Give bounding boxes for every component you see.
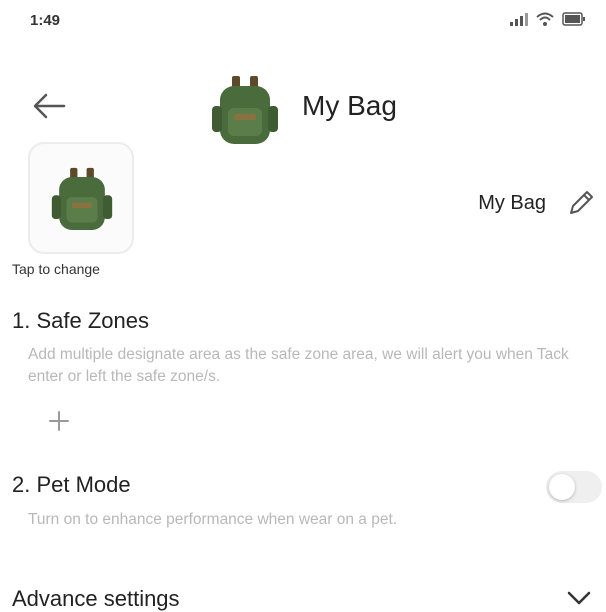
device-name: My Bag bbox=[478, 191, 546, 214]
signal-icon bbox=[510, 13, 528, 26]
advance-settings-row[interactable]: Advance settings bbox=[0, 580, 606, 612]
pet-mode-toggle[interactable] bbox=[546, 471, 602, 503]
back-arrow-icon bbox=[33, 93, 66, 119]
page-title: My Bag bbox=[302, 90, 397, 121]
avatar-picker[interactable] bbox=[28, 142, 134, 254]
header: My Bag bbox=[0, 62, 606, 152]
plus-icon bbox=[49, 411, 69, 431]
pet-mode-description: Turn on to enhance performance when wear… bbox=[28, 511, 398, 528]
chevron-down-icon bbox=[567, 591, 591, 605]
status-bar: 1:49 bbox=[0, 0, 606, 44]
battery-icon bbox=[562, 12, 585, 26]
wifi-icon bbox=[536, 12, 554, 26]
safe-zones-description: Add multiple designate area as the safe … bbox=[28, 346, 569, 385]
back-button[interactable] bbox=[28, 88, 70, 124]
edit-name-button[interactable] bbox=[566, 188, 596, 218]
backpack-icon bbox=[212, 76, 278, 144]
pet-mode-title: 2. Pet Mode bbox=[12, 472, 131, 497]
status-time: 1:49 bbox=[30, 12, 61, 29]
toggle-knob bbox=[549, 474, 575, 500]
advance-settings-label: Advance settings bbox=[12, 586, 180, 611]
status-icons bbox=[510, 12, 586, 26]
backpack-icon bbox=[51, 167, 113, 230]
add-safe-zone-button[interactable] bbox=[44, 406, 74, 436]
device-name-row: My Bag bbox=[478, 188, 596, 218]
pencil-icon bbox=[570, 191, 593, 214]
tap-to-change-label: Tap to change bbox=[12, 261, 100, 277]
safe-zones-title: 1. Safe Zones bbox=[12, 308, 149, 333]
